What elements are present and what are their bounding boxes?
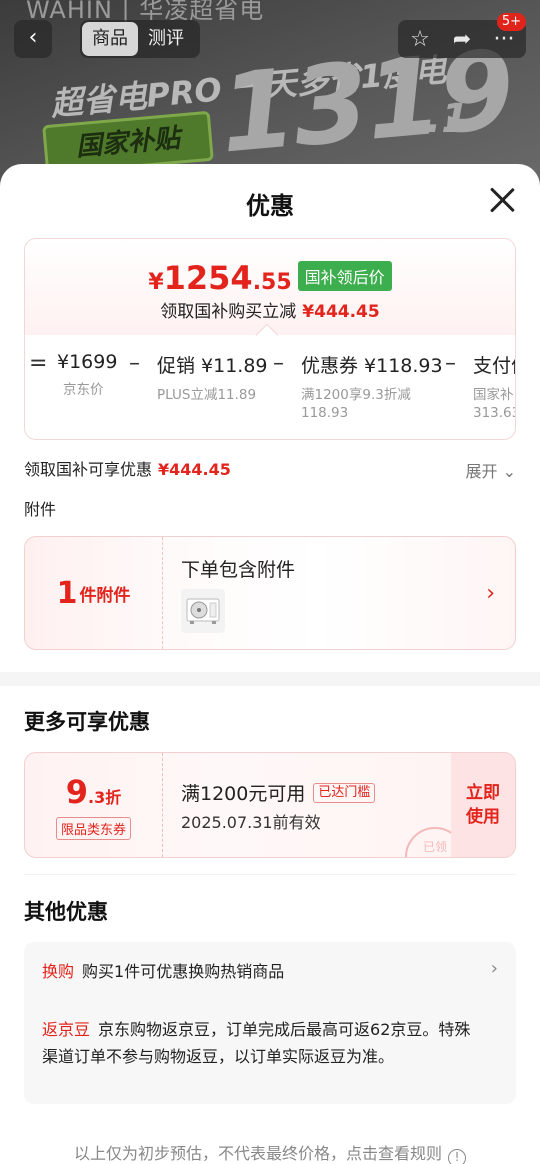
coupon-type-badge: 限品类东券 <box>55 817 131 840</box>
jd-bean-tag: 返京豆 <box>42 1020 91 1039</box>
coupon-condition-text: 满1200元可用 <box>181 783 306 805</box>
final-price-integer: 1254 <box>163 259 253 297</box>
star-icon: ☆ <box>410 26 430 52</box>
minus-operator: – <box>445 351 456 376</box>
message-badge: 5+ <box>496 12 526 31</box>
outdoor-unit-icon <box>186 598 220 624</box>
subsidy-summary-amount: ¥444.45 <box>302 302 380 322</box>
chevron-right-icon[interactable]: › <box>491 958 498 979</box>
coupon-card: 9.3折 限品类东券 满1200元可用 已达门槛 2025.07.31前有效 已… <box>24 752 516 858</box>
jd-price-value: ¥1699 <box>57 351 118 373</box>
subsidy-line-amount: ¥444.45 <box>158 460 231 479</box>
subsidy-summary-label: 领取国补购买立减 <box>160 302 297 322</box>
chevron-right-icon: › <box>486 581 495 606</box>
tab-product[interactable]: 商品 <box>82 22 138 56</box>
jd-bean-text: 京东购物返京豆，订单完成后最高可返62京豆。特殊渠道订单不参与购物返豆，以订单实… <box>42 1020 471 1066</box>
coupon-label-amount: 118.93 <box>301 405 349 421</box>
trade-in-offer[interactable]: 换购 购买1件可优惠换购热销商品 <box>42 958 284 982</box>
chevron-left-icon: ‹ <box>28 25 38 50</box>
use-now-button[interactable]: 立即 使用 <box>451 753 515 857</box>
use-now-line1: 立即 <box>466 783 500 803</box>
expand-button[interactable]: 展开 ⌄ <box>465 458 516 482</box>
breakdown-item-payment: 支付优 国家补 313.63 <box>473 351 516 422</box>
other-offers-title: 其他优惠 <box>24 900 108 924</box>
tab-review[interactable]: 测评 <box>138 22 194 56</box>
price-calculation-card: ¥1254.55 国补领后价 领取国补购买立减 ¥444.45 = ¥1699 京… <box>24 238 516 440</box>
breakdown-item-coupon: 优惠券 ¥118.93 满1200享9.3折减 118.93 <box>301 351 443 422</box>
coupon-rate: 9.3折 限品类东券 <box>25 753 163 857</box>
final-price-decimal: .55 <box>252 270 292 295</box>
discount-sheet: 优惠 ¥1254.55 国补领后价 领取国补购买立减 ¥444.45 = ¥169… <box>0 164 540 1164</box>
minus-operator: – <box>273 351 284 376</box>
payment-label: 国家补 <box>473 387 514 403</box>
accessory-card[interactable]: 1 件附件 下单包含附件 › <box>24 536 516 650</box>
equals-operator: = <box>29 351 48 376</box>
jd-price-label: 京东价 <box>63 382 104 398</box>
close-button[interactable] <box>486 184 518 216</box>
jd-bean-offer: 返京豆 京东购物返京豆，订单完成后最高可返62京豆。特殊渠道订单不参与购物返豆，以… <box>42 1016 478 1070</box>
subsidy-line: 领取国补可享优惠 ¥444.45 <box>24 456 231 480</box>
divider <box>24 874 516 875</box>
share-icon: ➦ <box>452 26 472 52</box>
info-icon: ! <box>448 1149 466 1164</box>
price-breakdown-row: = ¥1699 京东价 – 促销 ¥11.89 PLUS立减11.89 – 优惠… <box>25 351 516 439</box>
section-divider <box>0 672 540 686</box>
coupon-expiry: 2025.07.31前有效 <box>181 813 321 832</box>
share-button[interactable]: ➦ <box>450 27 474 52</box>
rules-note-text: 以上仅为初步预估，不代表最终价格，点击查看规则 <box>73 1144 442 1163</box>
other-offers-box: 换购 购买1件可优惠换购热销商品 › 返京豆 京东购物返京豆，订单完成后最高可返62… <box>24 942 516 1104</box>
top-actions: ☆ ➦ ··· 5+ <box>398 12 526 58</box>
banner-price-decimal: .1 <box>426 96 470 142</box>
use-now-line2: 使用 <box>466 807 500 827</box>
tab-switcher: 商品 测评 <box>80 20 200 58</box>
trade-in-tag: 换购 <box>42 962 75 981</box>
accessory-section-label: 附件 <box>24 500 57 519</box>
promo-label: PLUS立减11.89 <box>157 387 257 403</box>
payment-value: 支付优 <box>473 355 515 377</box>
final-price-area: ¥1254.55 国补领后价 领取国补购买立减 ¥444.45 <box>25 239 515 335</box>
favorite-button[interactable]: ☆ <box>408 27 432 52</box>
minus-operator: – <box>129 351 140 376</box>
subsidy-summary: 领取国补购买立减 ¥444.45 <box>25 297 515 322</box>
top-bar: ‹ 商品 测评 ☆ ➦ ··· 5+ <box>0 12 540 60</box>
coupon-condition: 满1200元可用 已达门槛 <box>181 779 376 806</box>
chevron-down-icon: ⌄ <box>502 462 516 481</box>
sheet-title: 优惠 <box>246 192 294 220</box>
breakdown-item-promo: 促销 ¥11.89 PLUS立减11.89 <box>157 351 268 404</box>
coupon-label: 满1200享9.3折减 <box>301 387 411 403</box>
expand-label: 展开 <box>465 462 498 481</box>
coupon-discount-unit: .3折 <box>88 788 122 807</box>
promo-value: 促销 ¥11.89 <box>157 355 268 377</box>
more-offers-title: 更多可享优惠 <box>24 710 150 734</box>
final-price: ¥1254.55 <box>148 259 291 297</box>
breakdown-item-jd-price: ¥1699 京东价 <box>57 351 117 399</box>
trade-in-text: 购买1件可优惠换购热销商品 <box>82 962 285 981</box>
coupon-value: 优惠券 ¥118.93 <box>301 355 443 377</box>
subsidy-line-label: 领取国补可享优惠 <box>24 460 153 479</box>
coupon-discount: 9.3折 <box>25 773 162 811</box>
accessory-count-number: 1 <box>56 575 78 611</box>
accessory-count-unit: 件附件 <box>79 585 131 606</box>
accessory-count: 1 件附件 <box>25 537 163 649</box>
threshold-reached-badge: 已达门槛 <box>313 782 376 803</box>
final-price-row: ¥1254.55 国补领后价 <box>25 259 515 297</box>
coupon-discount-number: 9 <box>65 773 89 811</box>
back-button[interactable]: ‹ <box>14 20 52 58</box>
currency-symbol: ¥ <box>148 270 164 295</box>
accessory-title: 下单包含附件 <box>181 559 296 581</box>
more-button[interactable]: ··· 5+ <box>492 12 526 52</box>
final-price-tag: 国补领后价 <box>297 261 392 291</box>
payment-label-amount: 313.63 <box>473 405 516 421</box>
rules-link[interactable]: 以上仅为初步预估，不代表最终价格，点击查看规则! <box>0 1140 540 1164</box>
accessory-thumbnail <box>181 589 225 633</box>
